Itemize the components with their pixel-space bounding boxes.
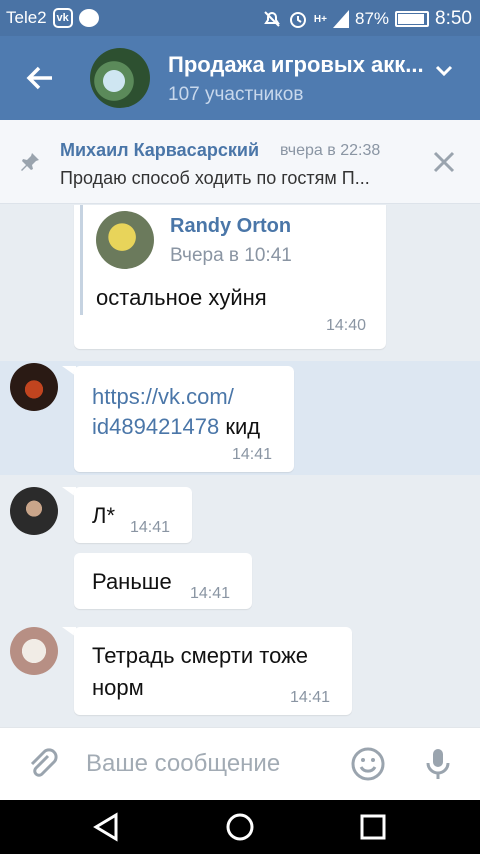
group-avatar[interactable]	[90, 48, 150, 108]
sender-avatar[interactable]	[10, 363, 58, 411]
emoji-icon[interactable]	[350, 746, 386, 782]
pinned-text: Продаю способ ходить по гостям П...	[60, 168, 370, 188]
pinned-date: вчера в 22:38	[280, 142, 381, 159]
home-nav-icon[interactable]	[225, 812, 255, 842]
battery-icon	[395, 11, 430, 27]
microphone-icon[interactable]	[420, 746, 456, 782]
signal-icon	[332, 10, 349, 28]
system-nav-bar	[0, 800, 480, 854]
sender-avatar[interactable]	[10, 627, 58, 675]
message-time: 14:41	[130, 519, 171, 536]
sender-avatar[interactable]	[10, 487, 58, 535]
chat-header: Продажа игровых акк... 107 участников	[0, 36, 480, 120]
alarm-icon	[289, 12, 306, 28]
chat-members-count: 107 участников	[168, 84, 304, 105]
message-text: кид	[219, 414, 261, 439]
chat-title[interactable]: Продажа игровых акк...	[168, 52, 424, 78]
message-time: 14:41	[232, 446, 273, 463]
close-icon[interactable]	[432, 150, 456, 174]
back-nav-icon[interactable]	[92, 812, 122, 842]
pinned-message[interactable]: Михаил Карвасарский вчера в 22:38 Продаю…	[0, 120, 480, 204]
recents-nav-icon[interactable]	[358, 812, 388, 842]
message-bubble[interactable]: Л* 14:41	[74, 487, 192, 543]
chevron-down-icon[interactable]	[432, 58, 456, 82]
message-bubble[interactable]: Раньше 14:41	[74, 553, 252, 609]
message-bubble[interactable]: https://vk.com/ id489421478 кид 14:41	[74, 366, 294, 472]
message-time: 14:40	[326, 317, 367, 334]
pin-icon	[21, 153, 39, 171]
composer-bar: Ваше сообщение	[0, 727, 480, 800]
battery-percent: 87%	[354, 9, 390, 28]
message-text-line1: Тетрадь смерти тоже	[92, 643, 309, 668]
network-type-label: H+	[313, 13, 327, 25]
attach-icon[interactable]	[24, 746, 60, 782]
mute-icon	[264, 11, 280, 27]
message-text-line2: норм	[92, 675, 144, 700]
back-arrow-icon[interactable]	[22, 60, 58, 96]
message-bubble[interactable]: Тетрадь смерти тоже норм 14:41	[74, 627, 352, 715]
forward-date: Вчера в 10:41	[170, 245, 292, 266]
forward-author[interactable]: Randy Orton	[170, 215, 291, 238]
message-time: 14:41	[190, 585, 231, 602]
carrier-label: Tele2	[6, 8, 47, 27]
forward-avatar[interactable]	[96, 211, 154, 269]
message-input[interactable]: Ваше сообщение	[86, 750, 280, 778]
vk-notification-icon: vk	[52, 8, 73, 28]
status-bar: Tele2 vk H+ 87% 8:50	[0, 0, 480, 36]
message-time: 14:41	[290, 689, 331, 706]
forward-text: остальное хуйня	[96, 285, 267, 310]
message-link-line2[interactable]: id489421478	[92, 414, 219, 439]
pinned-author: Михаил Карвасарский	[60, 140, 260, 160]
clock: 8:50	[435, 8, 472, 29]
forward-bar	[80, 205, 83, 315]
message-link-line1[interactable]: https://vk.com/	[92, 384, 234, 409]
message-link[interactable]: https://vk.com/	[92, 382, 234, 412]
message-text: Л*	[92, 503, 115, 528]
message-notification-icon	[78, 9, 99, 27]
message-text: Раньше	[92, 569, 172, 594]
message-bubble-forwarded[interactable]: Randy Orton Вчера в 10:41 остальное хуйн…	[74, 205, 386, 349]
message-list[interactable]: Randy Orton Вчера в 10:41 остальное хуйн…	[0, 205, 480, 727]
